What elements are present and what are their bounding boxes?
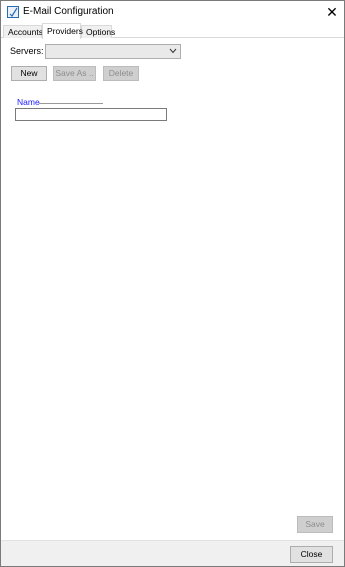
servers-dropdown[interactable] — [45, 44, 181, 59]
tab-strip: Accounts Providers Options — [1, 23, 344, 39]
bottom-bar: Close — [1, 540, 344, 566]
delete-button[interactable]: Delete — [103, 66, 139, 81]
new-button[interactable]: New — [11, 66, 47, 81]
tab-providers[interactable]: Providers — [42, 23, 83, 39]
title-bar: E-Mail Configuration ✕ — [1, 1, 344, 23]
providers-panel: Servers: New Save As .. Delete Name Save — [1, 38, 344, 540]
tab-options[interactable]: Options — [81, 25, 115, 38]
tab-accounts[interactable]: Accounts — [3, 25, 43, 38]
close-icon[interactable]: ✕ — [324, 4, 340, 20]
close-button[interactable]: Close — [290, 546, 333, 563]
window-title: E-Mail Configuration — [23, 6, 114, 17]
servers-label: Servers: — [10, 46, 44, 56]
chevron-down-icon[interactable] — [168, 46, 178, 58]
save-as-button[interactable]: Save As .. — [53, 66, 96, 81]
email-configuration-window: E-Mail Configuration ✕ Accounts Provider… — [0, 0, 345, 567]
name-label-divider — [39, 103, 103, 104]
name-label: Name — [17, 97, 40, 107]
save-button[interactable]: Save — [297, 516, 333, 533]
mail-config-icon — [7, 6, 19, 18]
name-input[interactable] — [15, 108, 167, 121]
